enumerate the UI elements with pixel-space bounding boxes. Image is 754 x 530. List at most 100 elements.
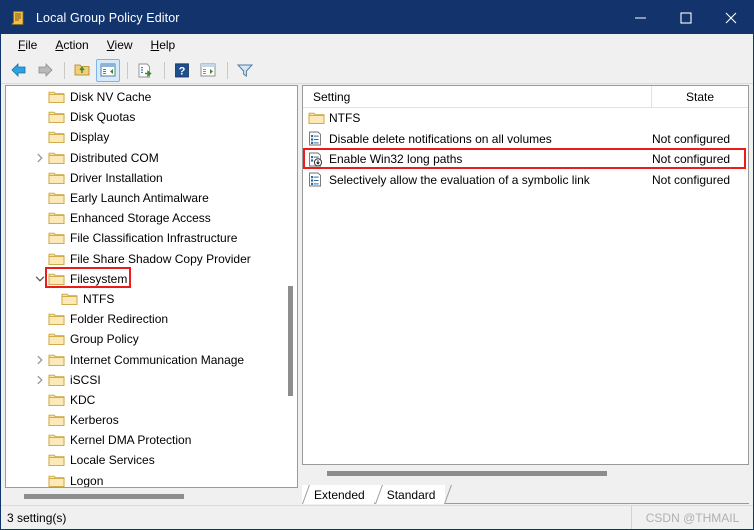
tree-vertical-scrollbar-thumb[interactable]: [288, 286, 293, 396]
chevron-right-icon[interactable]: [32, 352, 48, 368]
tree-item-label: Display: [70, 130, 110, 145]
tree-item[interactable]: Filesystem: [6, 269, 297, 289]
tree-item[interactable]: Kerberos: [6, 410, 297, 430]
export-list-button[interactable]: [133, 59, 157, 82]
setting-state: Not configured: [652, 131, 731, 146]
title-bar: Local Group Policy Editor: [1, 1, 753, 34]
tree-item-label: KDC: [70, 392, 96, 407]
setting-state: Not configured: [652, 172, 731, 187]
folder-icon: [48, 130, 65, 144]
tab-standard[interactable]: Standard: [374, 485, 446, 504]
tree-item[interactable]: Disk Quotas: [6, 107, 297, 127]
menu-action-label: ction: [63, 38, 89, 52]
menu-file[interactable]: File: [9, 36, 46, 54]
tree-item[interactable]: Kernel DMA Protection: [6, 430, 297, 450]
tree-item-label: Internet Communication Manage: [70, 352, 245, 367]
chevron-right-icon[interactable]: [32, 372, 48, 388]
tree-item[interactable]: File Classification Infrastructure: [6, 228, 297, 248]
folder-icon: [48, 110, 65, 124]
setting-name: Enable Win32 long paths: [329, 152, 463, 167]
tree-item[interactable]: File Share Shadow Copy Provider: [6, 249, 297, 269]
menu-help-accel: H: [150, 38, 160, 52]
local-group-policy-editor-window: Local Group Policy Editor File Action Vi…: [0, 0, 754, 530]
tree-item-label: Group Policy: [70, 332, 139, 347]
tree-item[interactable]: Distributed COM: [6, 148, 297, 168]
menu-action[interactable]: Action: [46, 36, 97, 54]
policy-setting-icon: [308, 131, 324, 146]
help-button[interactable]: ?: [170, 59, 194, 82]
folder-icon: [48, 211, 65, 225]
tree-item[interactable]: Driver Installation: [6, 168, 297, 188]
folder-icon: [61, 292, 78, 306]
tree-item-label: File Classification Infrastructure: [70, 231, 238, 246]
tab-extended[interactable]: Extended: [302, 485, 375, 504]
tree-item-label: Driver Installation: [70, 170, 163, 185]
setting-name: NTFS: [329, 111, 361, 126]
table-row[interactable]: Disable delete notifications on all volu…: [303, 129, 748, 150]
tree-item[interactable]: Internet Communication Manage: [6, 349, 297, 369]
console-tree[interactable]: Disk NV Cache Disk Quotas Display Distribut…: [5, 85, 298, 488]
folder-icon: [48, 373, 65, 387]
menu-help-label: elp: [159, 38, 176, 52]
tree-item[interactable]: NTFS: [6, 289, 297, 309]
folder-icon: [48, 252, 65, 266]
back-button[interactable]: [7, 59, 31, 82]
maximize-button[interactable]: [663, 1, 708, 34]
tree-item-label: File Share Shadow Copy Provider: [70, 251, 251, 266]
folder-icon: [48, 191, 65, 205]
tree-item-label: Folder Redirection: [70, 312, 169, 327]
list-horizontal-scrollbar[interactable]: [302, 465, 749, 481]
tree-items: Disk NV Cache Disk Quotas Display Distribut…: [6, 86, 297, 487]
tab-extended-label: Extended: [314, 487, 365, 502]
folder-icon: [48, 312, 65, 326]
tree-item[interactable]: Logon: [6, 471, 297, 487]
tree-item[interactable]: Disk NV Cache: [6, 87, 297, 107]
column-header-setting[interactable]: Setting: [303, 90, 651, 104]
tree-item[interactable]: Folder Redirection: [6, 309, 297, 329]
tree-item[interactable]: Display: [6, 127, 297, 147]
minimize-button[interactable]: [618, 1, 663, 34]
setting-state: Not configured: [652, 152, 731, 167]
column-header-state[interactable]: State: [652, 90, 748, 104]
tree-item-label: Locale Services: [70, 453, 155, 468]
folder-icon: [48, 474, 65, 487]
close-button[interactable]: [708, 1, 753, 34]
table-row[interactable]: Enable Win32 long paths Not configured: [303, 149, 748, 170]
chevron-right-icon[interactable]: [32, 150, 48, 166]
forward-button[interactable]: [33, 59, 57, 82]
settings-list[interactable]: Setting State NTFS Disable delete notific…: [302, 85, 749, 465]
menu-view[interactable]: View: [98, 36, 142, 54]
show-hide-action-pane-button[interactable]: [196, 59, 220, 82]
tab-standard-label: Standard: [386, 487, 436, 502]
tree-horizontal-scrollbar[interactable]: [5, 488, 298, 504]
table-row[interactable]: Selectively allow the evaluation of a sy…: [303, 170, 748, 191]
tree-item-label: Disk Quotas: [70, 110, 136, 125]
list-horizontal-scrollbar-thumb[interactable]: [327, 471, 607, 476]
menu-view-label: iew: [114, 38, 133, 52]
menu-help[interactable]: Help: [142, 36, 185, 54]
status-bar: 3 setting(s) CSDN @THMAIL: [1, 505, 753, 529]
tree-item-label: Distributed COM: [70, 150, 159, 165]
toolbar-separator: [164, 61, 165, 79]
tree-item-label: iSCSI: [70, 372, 101, 387]
tree-item[interactable]: Early Launch Antimalware: [6, 188, 297, 208]
table-row[interactable]: NTFS: [303, 108, 748, 129]
filter-funnel-button[interactable]: [233, 59, 257, 82]
tree-item[interactable]: Group Policy: [6, 329, 297, 349]
tree-horizontal-scrollbar-thumb[interactable]: [24, 494, 184, 499]
tree-item[interactable]: iSCSI: [6, 370, 297, 390]
folder-icon: [48, 90, 65, 104]
tree-item[interactable]: KDC: [6, 390, 297, 410]
folder-icon: [48, 151, 65, 165]
view-tabs: Extended Standard: [302, 483, 749, 504]
folder-icon: [48, 272, 65, 286]
show-hide-console-tree-button[interactable]: [96, 58, 120, 82]
setting-name: Selectively allow the evaluation of a sy…: [329, 172, 590, 187]
tree-item[interactable]: Enhanced Storage Access: [6, 208, 297, 228]
tree-item[interactable]: Locale Services: [6, 450, 297, 470]
mmc-console-icon: [10, 9, 28, 27]
up-folder-button[interactable]: [70, 59, 94, 82]
chevron-down-icon[interactable]: [32, 271, 48, 287]
folder-icon: [48, 353, 65, 367]
toolbar-separator: [64, 61, 65, 79]
